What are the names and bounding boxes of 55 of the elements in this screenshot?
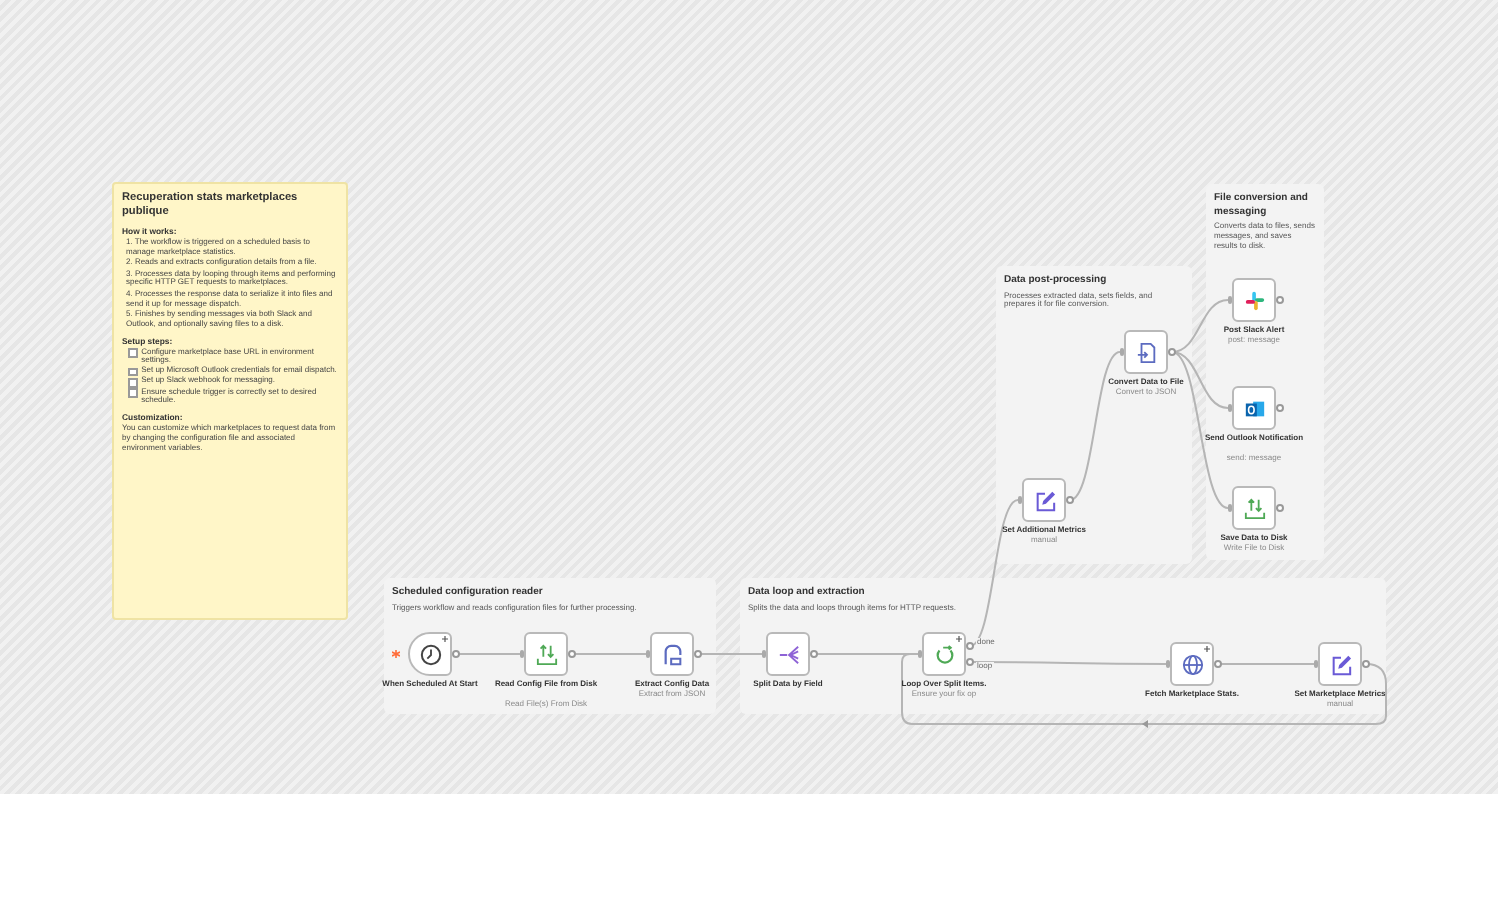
input-handle[interactable] bbox=[646, 650, 650, 658]
output-handle[interactable] bbox=[452, 650, 460, 658]
add-icon[interactable] bbox=[956, 636, 962, 642]
workflow-node[interactable] bbox=[766, 632, 810, 676]
output-handle[interactable] bbox=[694, 650, 702, 658]
workflow-node[interactable] bbox=[1232, 486, 1276, 530]
add-icon[interactable] bbox=[1204, 646, 1210, 652]
output-handle[interactable] bbox=[1214, 660, 1222, 668]
input-handle[interactable] bbox=[1166, 660, 1170, 668]
pencil-icon bbox=[1329, 653, 1351, 675]
checkbox[interactable] bbox=[128, 388, 138, 398]
output-handle[interactable] bbox=[1276, 504, 1284, 512]
workflow-node[interactable] bbox=[922, 632, 966, 676]
output-handle[interactable] bbox=[1276, 404, 1284, 412]
output-handle[interactable] bbox=[1168, 348, 1176, 356]
clock-icon bbox=[419, 643, 441, 665]
checkbox[interactable] bbox=[128, 377, 138, 388]
slack-icon bbox=[1243, 289, 1265, 311]
output-handle[interactable] bbox=[1066, 496, 1074, 504]
connector-line bbox=[455, 653, 521, 655]
input-handle[interactable] bbox=[1228, 296, 1232, 304]
checkbox[interactable] bbox=[128, 348, 138, 358]
output-handle[interactable] bbox=[568, 650, 576, 658]
cycle-icon bbox=[933, 643, 955, 665]
workflow-node[interactable] bbox=[524, 632, 568, 676]
connector-line bbox=[697, 653, 763, 655]
input-handle[interactable] bbox=[1228, 504, 1232, 512]
input-handle[interactable] bbox=[1228, 404, 1232, 412]
output-handle[interactable] bbox=[810, 650, 818, 658]
workflow-node[interactable] bbox=[1318, 642, 1362, 686]
workflow-node[interactable] bbox=[1170, 642, 1214, 686]
file-arrows-icon bbox=[535, 643, 557, 665]
split-arrows-icon bbox=[777, 643, 799, 665]
outlook-icon bbox=[1243, 397, 1265, 419]
output-handle[interactable] bbox=[1276, 296, 1284, 304]
add-icon[interactable] bbox=[442, 636, 448, 642]
file-arrows-icon bbox=[1243, 497, 1265, 519]
document-icon bbox=[661, 643, 683, 665]
file-arrow-icon bbox=[1135, 341, 1157, 363]
checkbox[interactable] bbox=[128, 367, 138, 377]
workflow-node[interactable] bbox=[1232, 386, 1276, 430]
globe-icon bbox=[1181, 653, 1203, 675]
input-handle[interactable] bbox=[1120, 348, 1124, 356]
input-handle[interactable] bbox=[1314, 660, 1318, 668]
workflow-node[interactable] bbox=[1022, 478, 1066, 522]
workflow-node[interactable] bbox=[1232, 278, 1276, 322]
workflow-node[interactable] bbox=[650, 632, 694, 676]
input-handle[interactable] bbox=[918, 650, 922, 658]
input-handle[interactable] bbox=[1018, 496, 1022, 504]
connector-line bbox=[571, 653, 647, 655]
input-handle[interactable] bbox=[520, 650, 524, 658]
pencil-icon bbox=[1033, 489, 1055, 511]
workflow-node[interactable] bbox=[1124, 330, 1168, 374]
input-handle[interactable] bbox=[762, 650, 766, 658]
output-handle[interactable] bbox=[1362, 660, 1370, 668]
